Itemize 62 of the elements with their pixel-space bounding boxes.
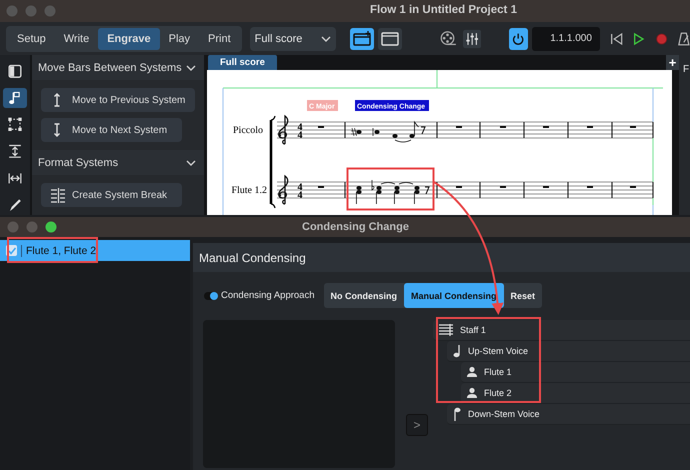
- reset-button[interactable]: Reset: [504, 283, 542, 308]
- dialog-title: Condensing Change: [302, 221, 409, 233]
- section-header[interactable]: Format Systems: [32, 150, 204, 175]
- section-title: Move Bars Between Systems: [38, 62, 182, 74]
- tree-row[interactable]: Flute 1: [461, 362, 690, 383]
- move-right-button[interactable]: >: [406, 414, 428, 436]
- toggle-switch[interactable]: [204, 292, 218, 300]
- layout-dropdown-value: Full score: [254, 32, 302, 44]
- score-tab[interactable]: Full score: [208, 55, 277, 70]
- note-icon[interactable]: [3, 88, 27, 108]
- staff-label: Flute 1.2: [231, 185, 267, 196]
- tree-row[interactable]: Flute 2: [461, 383, 690, 404]
- panel-title: F: [683, 64, 690, 75]
- person-icon: [466, 387, 478, 399]
- tree-row[interactable]: Up-Stem Voice: [447, 341, 690, 362]
- tree-label: Up-Stem Voice: [468, 346, 528, 356]
- staff-label: Piccolo: [233, 125, 263, 136]
- chevron-down-icon: [321, 36, 332, 42]
- staff-icon: [438, 323, 454, 337]
- play-icon[interactable]: [633, 30, 645, 46]
- chevron-down-icon: [186, 160, 196, 166]
- mixer-icon[interactable]: [463, 28, 482, 50]
- mode-tab[interactable]: Print: [199, 28, 240, 50]
- page-view-icon[interactable]: [378, 28, 402, 50]
- window-title: Flow 1 in Untitled Project 1: [370, 4, 517, 16]
- person-icon: [466, 366, 478, 378]
- position-display: 1.1.1.000: [532, 26, 600, 50]
- tree-row[interactable]: Down-Stem Voice: [447, 404, 690, 425]
- time-signature: 4: [298, 190, 302, 201]
- segment-button[interactable]: No Condensing: [324, 283, 404, 308]
- add-tab-button[interactable]: +: [666, 55, 679, 70]
- mode-tab[interactable]: Play: [160, 28, 200, 50]
- panel-button[interactable]: Move to Previous System: [41, 88, 196, 112]
- tree-label: Staff 1: [460, 325, 486, 335]
- rewind-icon[interactable]: [610, 30, 624, 46]
- section-header[interactable]: Move Bars Between Systems: [32, 55, 204, 80]
- option-label: Condensing Approach: [221, 290, 314, 301]
- note-icon: [452, 407, 462, 421]
- panel-button[interactable]: Move to Next System: [41, 118, 182, 142]
- tree-label: Down-Stem Voice: [468, 409, 540, 419]
- metronome-icon[interactable]: [678, 30, 690, 46]
- time-signature: 4: [298, 130, 302, 141]
- chevron-down-icon: [186, 64, 196, 70]
- tree-label: Flute 2: [484, 388, 512, 398]
- note-icon: [452, 344, 462, 358]
- tree-row[interactable]: Staff 1: [433, 320, 690, 341]
- layout-dropdown[interactable]: Full score: [250, 26, 336, 50]
- panel-button[interactable]: Create System Break: [41, 183, 182, 207]
- system-break-icon: [50, 187, 66, 203]
- power-icon[interactable]: [509, 28, 528, 50]
- mode-tab[interactable]: Setup: [8, 28, 55, 50]
- group-label: Flute 1, Flute 2: [21, 244, 96, 256]
- section-heading: Manual Condensing: [193, 243, 690, 272]
- mode-tab[interactable]: Write: [54, 28, 98, 50]
- tree-label: Flute 1: [484, 367, 512, 377]
- record-icon[interactable]: [654, 30, 668, 46]
- mode-tab[interactable]: Engrave: [98, 28, 160, 50]
- segment-button[interactable]: Manual Condensing: [404, 283, 504, 308]
- window-controls-icon[interactable]: [7, 221, 57, 233]
- section-title: Format Systems: [38, 156, 118, 168]
- group-row[interactable]: Flute 1, Flute 2: [0, 240, 190, 261]
- galley-view-icon[interactable]: [350, 28, 374, 50]
